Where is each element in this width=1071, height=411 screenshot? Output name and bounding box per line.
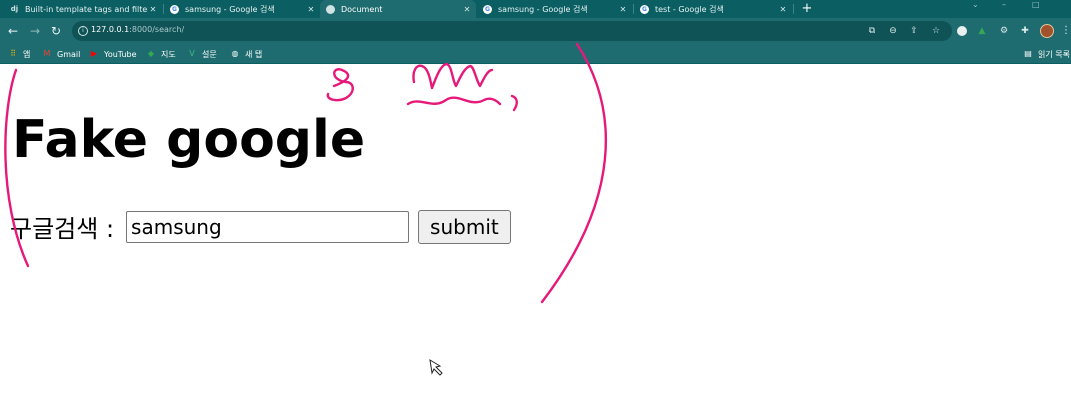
chevron-down-icon[interactable]: ⌄ [972, 0, 979, 9]
close-icon[interactable]: ✕ [618, 5, 628, 14]
minimize-icon[interactable]: – [1002, 0, 1006, 9]
bookmark-new-tab[interactable]: ◍ 새 탭 [230, 47, 263, 61]
bookmark-apps[interactable]: ⠿ 앱 [8, 47, 30, 61]
reading-list-button[interactable]: ▤ 읽기 목록 [1023, 47, 1070, 61]
tab-title: samsung - Google 검색 [185, 4, 275, 14]
translate-icon[interactable]: ⧉ [866, 24, 878, 38]
google-icon: G [640, 4, 649, 14]
maps-icon: ◆ [147, 49, 155, 58]
forward-arrow-icon[interactable]: → [27, 22, 43, 40]
profile-avatar[interactable] [1040, 24, 1054, 38]
close-icon[interactable]: ✕ [148, 5, 158, 14]
browser-toolbar: ← → ↻ i 127.0.0.1:8000/search/ ⧉ ⊖ ⇪ ☆ ▲… [0, 18, 1071, 44]
gmail-icon: M [43, 49, 51, 58]
reading-list-label: 읽기 목록 [1038, 49, 1070, 59]
share-icon[interactable]: ⇪ [908, 24, 920, 38]
tab-strip: dj Built-in template tags and filters ✕ … [0, 0, 1071, 18]
youtube-icon: ▶ [90, 49, 98, 58]
tab-samsung-search-2[interactable]: G samsung - Google 검색 ✕ [477, 0, 632, 18]
vuejs-icon: V [189, 49, 195, 58]
info-icon[interactable]: i [78, 26, 88, 36]
tab-title: samsung - Google 검색 [498, 4, 588, 14]
puzzle-extensions-icon[interactable]: ✚ [1019, 24, 1031, 38]
page-content: Fake google 구글검색 : submit [0, 64, 1071, 411]
bookmark-label: YouTube [104, 49, 137, 59]
close-icon[interactable]: ✕ [778, 5, 788, 14]
url-host: 127.0.0.1 [91, 25, 130, 34]
tab-django-docs[interactable]: dj Built-in template tags and filters ✕ [4, 0, 162, 18]
bookmark-youtube[interactable]: ▶ YouTube [89, 47, 137, 61]
bookmark-label: 앱 [23, 49, 31, 59]
settings-gear-icon[interactable]: ⚙ [998, 24, 1010, 38]
bookmark-label: 설문 [202, 49, 217, 59]
search-input[interactable] [126, 210, 410, 243]
globe-icon [326, 4, 335, 14]
address-bar[interactable]: i 127.0.0.1:8000/search/ ⧉ ⊖ ⇪ ☆ [72, 21, 952, 41]
bookmark-survey[interactable]: V 설문 [187, 47, 217, 61]
bookmark-label: 지도 [161, 49, 176, 59]
close-icon[interactable]: ✕ [462, 5, 472, 14]
tab-samsung-search[interactable]: G samsung - Google 검색 ✕ [164, 0, 320, 18]
tab-title: Document [341, 4, 383, 14]
reload-icon[interactable]: ↻ [48, 22, 64, 40]
maximize-icon[interactable]: □ [1032, 0, 1040, 9]
bookmark-label: Gmail [57, 49, 81, 59]
zoom-icon[interactable]: ⊖ [887, 24, 899, 38]
tab-title: Built-in template tags and filters [25, 4, 148, 14]
search-label: 구글검색 : [10, 215, 115, 243]
search-form: 구글검색 : submit [10, 209, 511, 244]
back-arrow-icon[interactable]: ← [5, 22, 21, 40]
apps-grid-icon: ⠿ [10, 49, 16, 58]
extension-circle-icon[interactable] [957, 26, 967, 36]
tab-title: test - Google 검색 [655, 4, 724, 14]
globe-icon: ◍ [231, 49, 239, 58]
bookmark-star-icon[interactable]: ☆ [930, 24, 942, 38]
google-icon: G [170, 4, 179, 14]
bookmarks-bar: ⠿ 앱 M Gmail ▶ YouTube ◆ 지도 V 설문 ◍ 새 탭 ▤ … [0, 44, 1071, 64]
url-text[interactable]: 127.0.0.1:8000/search/ [91, 25, 184, 34]
django-icon: dj [10, 5, 19, 13]
google-icon: G [483, 4, 492, 14]
new-tab-button[interactable]: + [800, 0, 814, 18]
more-menu-icon[interactable]: ⋮ [1061, 24, 1071, 38]
page-title: Fake google [12, 110, 366, 170]
submit-button[interactable]: submit [418, 209, 511, 244]
bookmark-maps[interactable]: ◆ 지도 [146, 47, 176, 61]
bookmark-label: 새 탭 [245, 49, 263, 59]
url-path: :8000/search/ [129, 25, 185, 34]
reading-list-icon: ▤ [1024, 49, 1032, 58]
tab-test-search[interactable]: G test - Google 검색 ✕ [634, 0, 792, 18]
close-icon[interactable]: ✕ [306, 5, 316, 14]
tab-document[interactable]: Document ✕ [320, 0, 476, 18]
google-drive-icon[interactable]: ▲ [976, 24, 988, 38]
bookmark-gmail[interactable]: M Gmail [42, 47, 81, 61]
